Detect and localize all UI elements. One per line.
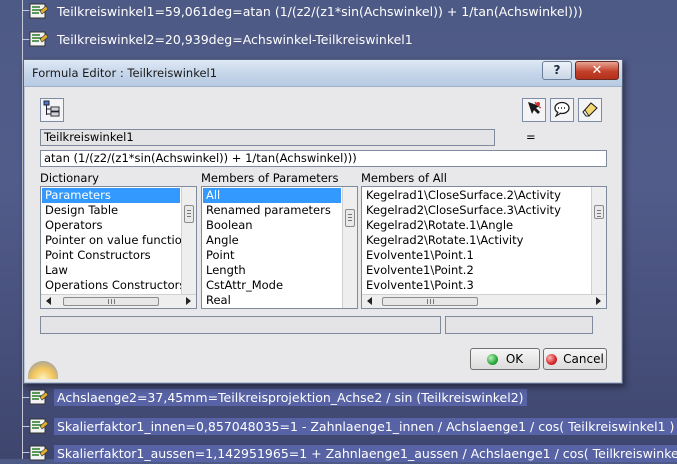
scroll-thumb[interactable]: [184, 205, 194, 223]
vertical-scrollbar[interactable]: [342, 187, 357, 308]
list-item[interactable]: Angle: [203, 233, 341, 248]
list-item[interactable]: Renamed parameters: [203, 203, 341, 218]
list-item[interactable]: Operators: [42, 218, 180, 233]
dialog-title: Formula Editor : Teilkreiswinkel1: [32, 66, 218, 80]
scroll-right-icon[interactable]: [186, 297, 191, 305]
tree-item-label: Skalierfaktor1_innen=0,857048035=1 - Zah…: [54, 417, 677, 435]
formula-icon: [28, 29, 50, 49]
list-item[interactable]: Kegelrad2\Rotate.1\Activity: [363, 233, 590, 248]
list-item[interactable]: Point Constructors: [42, 248, 180, 263]
parameter-explorer-button[interactable]: [40, 98, 64, 122]
members-of-all-label: Members of All: [361, 171, 447, 185]
status-field-left: [40, 316, 441, 334]
ok-button[interactable]: OK: [470, 348, 540, 370]
list-item[interactable]: Kegelrad1\CloseSurface.2\Activity: [363, 188, 590, 203]
list-item[interactable]: Kegelrad2\Rotate.1\Angle: [363, 218, 590, 233]
eraser-icon: [581, 100, 599, 121]
tree-item-achslaenge2[interactable]: Achslaenge2=37,45mm=Teilkreisprojektion_…: [28, 386, 527, 408]
list-item[interactable]: Point: [203, 248, 341, 263]
erase-button[interactable]: [578, 98, 602, 122]
horizontal-scrollbar[interactable]: [362, 294, 606, 308]
tree-item-skalierfaktor1-aussen[interactable]: Skalierfaktor1_aussen=1,142951965=1 + Za…: [28, 442, 677, 464]
dialog-titlebar[interactable]: Formula Editor : Teilkreiswinkel1 ? ✕: [24, 60, 622, 87]
list-item[interactable]: Law: [42, 263, 180, 278]
cancel-label: Cancel: [563, 352, 604, 366]
list-item[interactable]: Evolvente1\Point.1: [363, 248, 590, 263]
parameter-name-field: Teilkreiswinkel1: [40, 129, 495, 146]
tree-item-teilkreiswinkel1[interactable]: Teilkreiswinkel1=59,061deg=atan (1/(z2/(…: [28, 0, 586, 22]
members-of-parameters-list[interactable]: All Renamed parameters Boolean Angle Poi…: [201, 186, 358, 309]
formula-icon: [28, 416, 50, 436]
help-button[interactable]: ?: [542, 61, 572, 80]
formula-icon: [28, 1, 50, 21]
tree-item-teilkreiswinkel2[interactable]: Teilkreiswinkel2=20,939deg=Achswinkel-Te…: [28, 28, 416, 50]
scroll-right-icon[interactable]: [596, 297, 601, 305]
tree-item-skalierfaktor1-innen[interactable]: Skalierfaktor1_innen=0,857048035=1 - Zah…: [28, 415, 677, 437]
cancel-button[interactable]: Cancel: [543, 348, 607, 370]
scroll-left-icon[interactable]: [46, 297, 51, 305]
tree-item-label: Teilkreiswinkel2=20,939deg=Achswinkel-Te…: [57, 31, 413, 47]
tree-item-label: Teilkreiswinkel1=59,061deg=atan (1/(z2/(…: [57, 3, 583, 19]
horizontal-scrollbar[interactable]: [41, 294, 196, 308]
speech-bubble-icon: [553, 100, 571, 121]
formula-input[interactable]: atan (1/(z2/(z1*sin(Achswinkel)) + 1/tan…: [40, 150, 607, 167]
comment-button[interactable]: [550, 98, 574, 122]
list-item[interactable]: Parameters: [42, 188, 180, 203]
list-item[interactable]: Design Table: [42, 203, 180, 218]
formula-icon: [28, 443, 50, 463]
scroll-thumb[interactable]: [345, 209, 355, 227]
app-logo-icon: [28, 361, 58, 379]
list-item[interactable]: Boolean: [203, 218, 341, 233]
list-item[interactable]: Real: [203, 293, 341, 308]
list-item[interactable]: CstAttr_Mode: [203, 278, 341, 293]
scroll-left-icon[interactable]: [367, 297, 372, 305]
members-of-parameters-label: Members of Parameters: [201, 171, 339, 185]
ok-label: OK: [505, 352, 524, 366]
cancel-icon: [546, 353, 558, 365]
select-cursor-icon: [525, 100, 543, 121]
select-object-button[interactable]: [522, 98, 546, 122]
members-of-all-list[interactable]: Kegelrad1\CloseSurface.2\Activity Kegelr…: [361, 186, 607, 309]
scroll-thumb[interactable]: [63, 297, 159, 306]
formula-editor-dialog: Formula Editor : Teilkreiswinkel1 ? ✕ Te…: [23, 59, 623, 384]
tree-item-label: Achslaenge2=37,45mm=Teilkreisprojektion_…: [54, 388, 527, 406]
close-button[interactable]: ✕: [575, 61, 619, 80]
list-item[interactable]: Operations Constructors: [42, 278, 185, 293]
status-field-right: [445, 316, 593, 334]
vertical-scrollbar[interactable]: [591, 187, 606, 294]
list-item[interactable]: Kegelrad2\CloseSurface.3\Activity: [363, 203, 590, 218]
dictionary-label: Dictionary: [40, 171, 99, 185]
list-item[interactable]: Evolvente1\Point.3: [363, 278, 590, 293]
vertical-scrollbar[interactable]: [181, 187, 196, 294]
scroll-thumb[interactable]: [382, 297, 478, 306]
list-item[interactable]: Length: [203, 263, 341, 278]
list-item[interactable]: Pointer on value function: [42, 233, 189, 248]
list-item[interactable]: All: [203, 188, 341, 203]
formula-icon: [28, 387, 50, 407]
ok-icon: [486, 353, 498, 365]
list-item[interactable]: Evolvente1\Point.2: [363, 263, 590, 278]
equals-sign: =: [526, 130, 536, 144]
scroll-thumb[interactable]: [594, 205, 604, 219]
tree-explorer-icon: [43, 100, 61, 121]
dictionary-list[interactable]: Parameters Design Table Operators Pointe…: [40, 186, 197, 309]
